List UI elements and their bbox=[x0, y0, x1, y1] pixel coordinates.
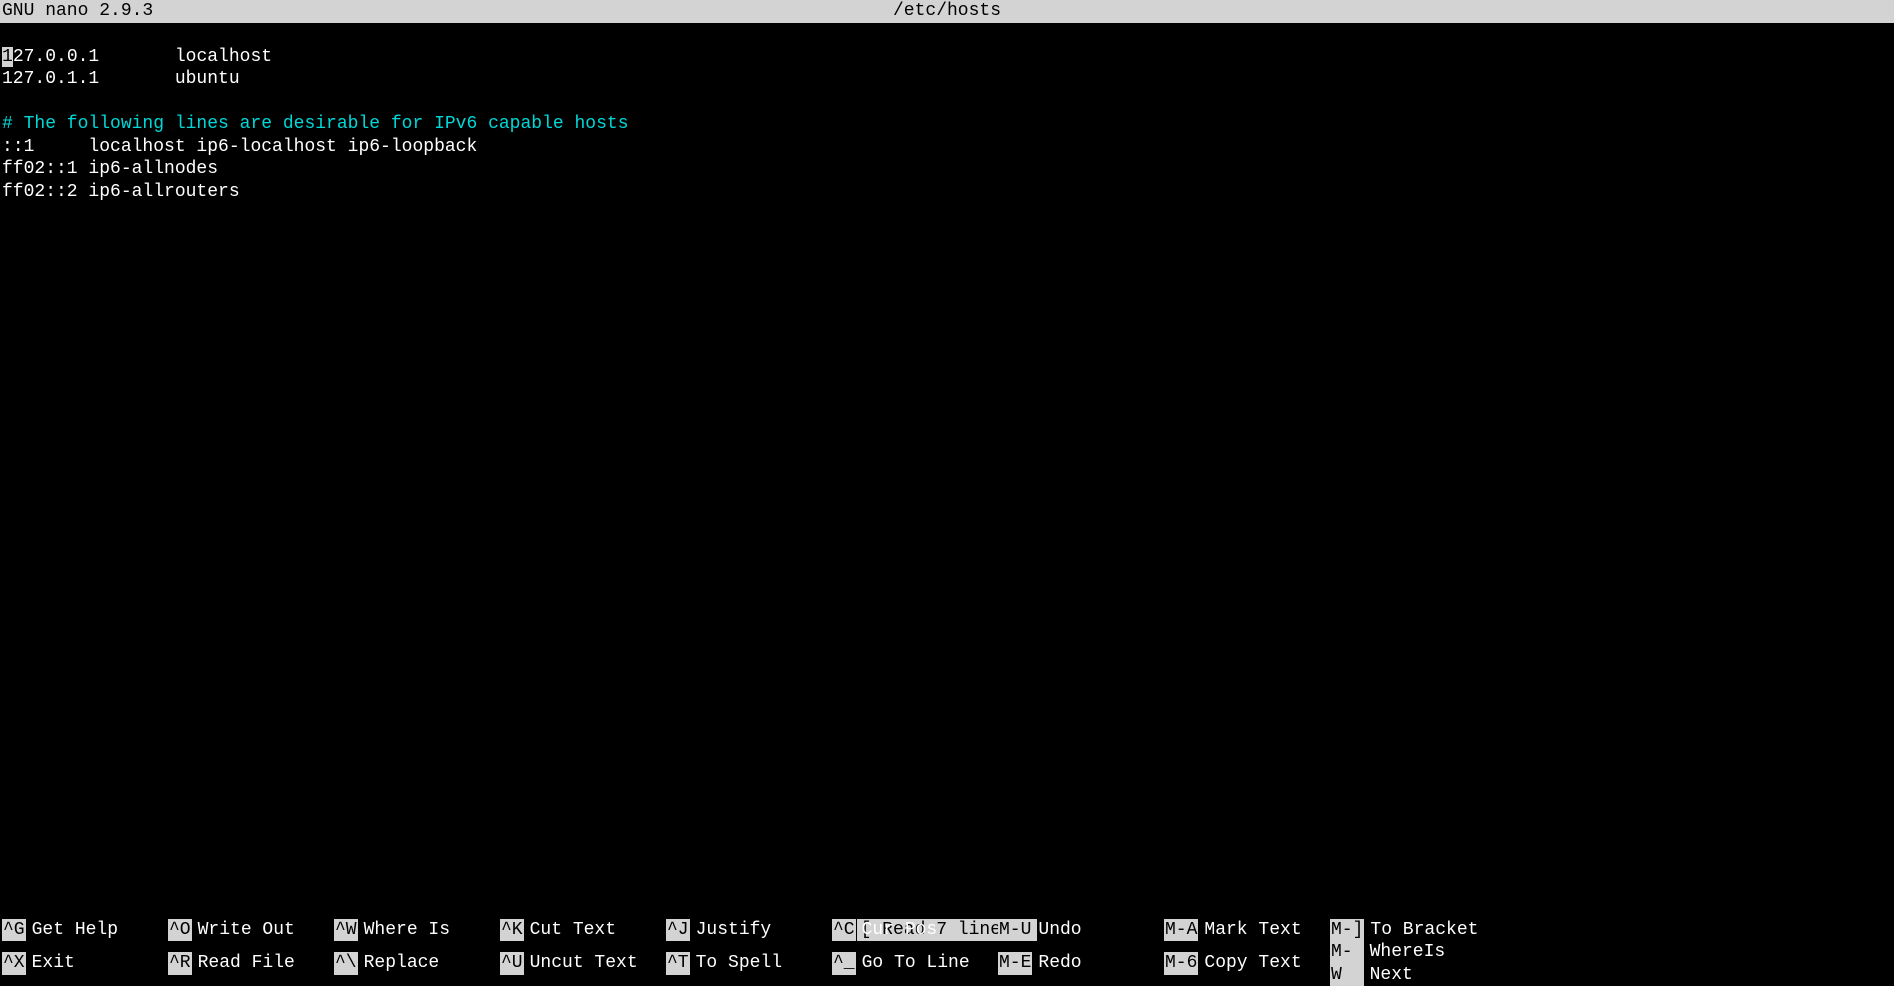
shortcut-desc: Cur Pos bbox=[862, 919, 938, 942]
filename: /etc/hosts bbox=[893, 0, 1001, 23]
shortcut-key: ^J bbox=[666, 919, 690, 942]
editor-line[interactable]: ff02::2 ip6-allrouters bbox=[2, 181, 1892, 204]
shortcut-item: ^R Read File bbox=[168, 941, 334, 986]
shortcut-desc: Justify bbox=[696, 919, 772, 942]
shortcut-key: M-W bbox=[1330, 941, 1364, 986]
shortcut-help: ^G Get Help ^O Write Out ^W Where Is ^K Cut Tex… bbox=[0, 919, 1894, 986]
shortcut-desc: Uncut Text bbox=[530, 952, 638, 975]
shortcut-key: M-E bbox=[998, 952, 1032, 975]
shortcut-key: ^K bbox=[500, 919, 524, 942]
editor-line[interactable]: ::1 localhost ip6-localhost ip6-loopback bbox=[2, 136, 1892, 159]
shortcut-item: M-] To Bracket bbox=[1330, 919, 1496, 942]
shortcut-desc: To Bracket bbox=[1370, 919, 1478, 942]
shortcut-key: ^\ bbox=[334, 952, 358, 975]
shortcut-item: ^U Uncut Text bbox=[500, 941, 666, 986]
shortcut-item: M-WWhereIs Next bbox=[1330, 941, 1496, 986]
shortcut-key: ^X bbox=[2, 952, 26, 975]
shortcut-key: M-6 bbox=[1164, 952, 1198, 975]
shortcut-desc: Where Is bbox=[364, 919, 450, 942]
shortcut-item: ^X Exit bbox=[2, 941, 168, 986]
shortcut-key: ^O bbox=[168, 919, 192, 942]
shortcut-key: ^T bbox=[666, 952, 690, 975]
shortcut-key: ^_ bbox=[832, 952, 856, 975]
shortcut-desc: Redo bbox=[1038, 952, 1081, 975]
shortcut-item: M-6 Copy Text bbox=[1164, 941, 1330, 986]
line-text: 27.0.0.1 localhost bbox=[13, 47, 272, 67]
shortcut-desc: WhereIs Next bbox=[1370, 941, 1496, 986]
shortcut-item: ^_ Go To Line bbox=[832, 941, 998, 986]
shortcut-desc: Exit bbox=[32, 952, 75, 975]
shortcut-desc: Cut Text bbox=[530, 919, 616, 942]
shortcut-item: M-E Redo bbox=[998, 941, 1164, 986]
editor-area[interactable]: 127.0.0.1 localhost127.0.1.1 ubuntu # The… bbox=[0, 46, 1894, 204]
shortcut-desc: Mark Text bbox=[1204, 919, 1301, 942]
shortcut-item: ^O Write Out bbox=[168, 919, 334, 942]
shortcut-item: ^G Get Help bbox=[2, 919, 168, 942]
shortcut-key: M-U bbox=[998, 919, 1032, 942]
shortcut-desc: Replace bbox=[364, 952, 440, 975]
shortcut-desc: Copy Text bbox=[1204, 952, 1301, 975]
editor-line[interactable]: # The following lines are desirable for … bbox=[2, 113, 1892, 136]
shortcut-key: ^U bbox=[500, 952, 524, 975]
shortcut-desc: Get Help bbox=[32, 919, 118, 942]
cursor: 1 bbox=[2, 47, 13, 67]
shortcut-desc: Undo bbox=[1038, 919, 1081, 942]
app-name: GNU nano 2.9.3 bbox=[2, 0, 153, 23]
shortcut-key: ^W bbox=[334, 919, 358, 942]
shortcut-item: ^\ Replace bbox=[334, 941, 500, 986]
shortcut-desc: Read File bbox=[198, 952, 295, 975]
editor-line[interactable]: 127.0.0.1 localhost bbox=[2, 46, 1892, 69]
shortcut-key: ^G bbox=[2, 919, 26, 942]
shortcut-key: ^R bbox=[168, 952, 192, 975]
shortcut-key: M-A bbox=[1164, 919, 1198, 942]
shortcut-item: M-A Mark Text bbox=[1164, 919, 1330, 942]
shortcut-item: ^W Where Is bbox=[334, 919, 500, 942]
shortcut-item: ^J Justify bbox=[666, 919, 832, 942]
shortcut-key: M-] bbox=[1330, 919, 1364, 942]
shortcut-desc: Write Out bbox=[198, 919, 295, 942]
shortcut-item: ^K Cut Text bbox=[500, 919, 666, 942]
shortcut-item: ^T To Spell bbox=[666, 941, 832, 986]
editor-line[interactable]: 127.0.1.1 ubuntu bbox=[2, 68, 1892, 91]
editor-line[interactable] bbox=[2, 91, 1892, 114]
shortcut-item: M-U Undo bbox=[998, 919, 1164, 942]
shortcut-desc: To Spell bbox=[696, 952, 782, 975]
editor-line[interactable]: ff02::1 ip6-allnodes bbox=[2, 158, 1892, 181]
titlebar: GNU nano 2.9.3 /etc/hosts bbox=[0, 0, 1894, 23]
shortcut-key: ^C bbox=[832, 919, 856, 942]
shortcut-desc: Go To Line bbox=[862, 952, 970, 975]
shortcut-item: ^C Cur Pos bbox=[832, 919, 998, 942]
